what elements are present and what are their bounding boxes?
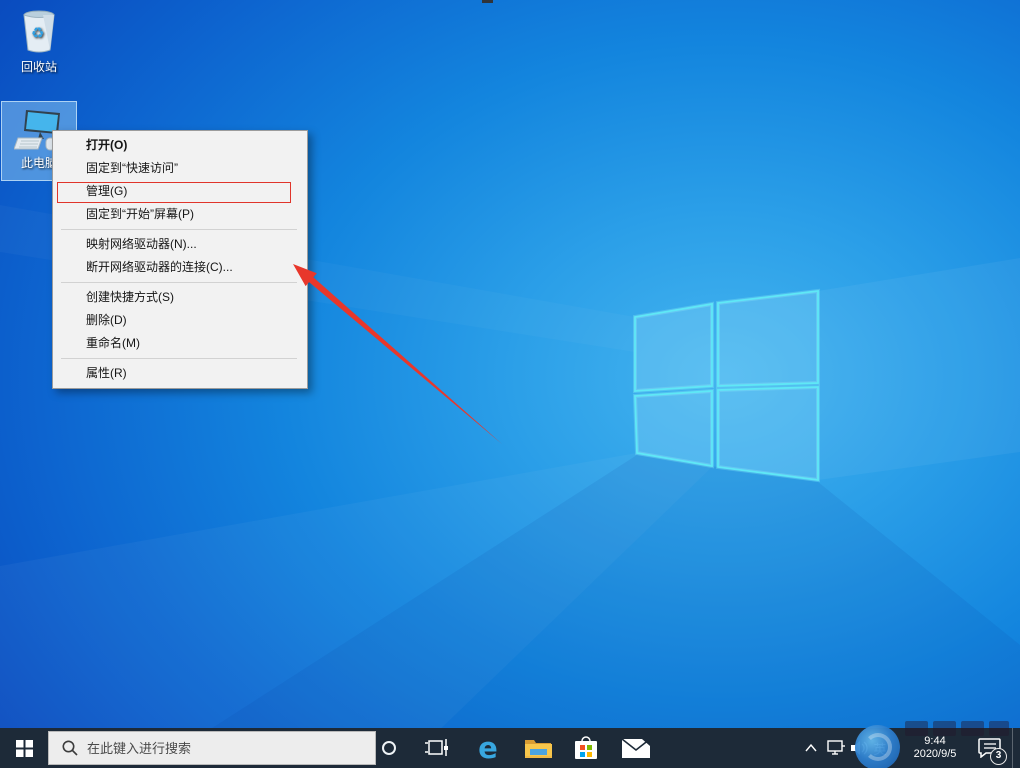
clock-date: 2020/9/5	[898, 748, 972, 761]
search-icon	[61, 739, 79, 757]
menu-item-map-drive[interactable]: 映射网络驱动器(N)...	[53, 233, 307, 256]
mail-icon	[621, 738, 651, 759]
menu-item-pin-quick-access[interactable]: 固定到“快速访问”	[53, 157, 307, 180]
menu-item-disconnect-drive[interactable]: 断开网络驱动器的连接(C)...	[53, 256, 307, 279]
notification-badge: 3	[990, 748, 1007, 765]
svg-text:♻: ♻	[31, 24, 44, 42]
desktop-icon-recycle-bin[interactable]: ♻ 回收站	[1, 6, 77, 75]
file-explorer-button[interactable]	[514, 728, 562, 768]
menu-item-properties[interactable]: 属性(R)	[53, 362, 307, 385]
store-icon	[573, 735, 599, 761]
task-view-icon	[425, 739, 449, 757]
network-tray-button[interactable]	[823, 728, 849, 768]
search-input[interactable]	[87, 741, 375, 756]
recycle-bin-label: 回收站	[21, 60, 57, 74]
language-indicator[interactable]: 英	[869, 728, 891, 768]
store-button[interactable]	[562, 728, 610, 768]
context-menu: 打开(O) 固定到“快速访问” 管理(G) 固定到“开始”屏幕(P) 映射网络驱…	[52, 130, 308, 389]
network-icon	[826, 740, 846, 756]
menu-separator	[53, 279, 307, 286]
start-icon	[16, 740, 33, 757]
menu-separator	[53, 355, 307, 362]
menu-item-manage[interactable]: 管理(G)	[53, 180, 307, 203]
recycle-bin-icon: ♻	[18, 6, 60, 56]
taskbar: e	[0, 728, 1020, 768]
menu-item-rename[interactable]: 重命名(M)	[53, 332, 307, 355]
menu-item-create-shortcut[interactable]: 创建快捷方式(S)	[53, 286, 307, 309]
start-button[interactable]	[0, 728, 48, 768]
clock-time: 9:44	[898, 735, 972, 748]
top-edge-mark	[482, 0, 493, 3]
desktop: ♻ 回收站 此电脑 打开(O) 固定到“快速访问” 管理(G) 固定到“开始”屏…	[0, 0, 1020, 768]
show-desktop-strip[interactable]	[1012, 728, 1013, 768]
edge-button[interactable]: e	[464, 728, 512, 768]
taskbar-search[interactable]	[48, 731, 376, 765]
file-explorer-icon	[524, 737, 552, 759]
menu-item-open[interactable]: 打开(O)	[53, 134, 307, 157]
mail-button[interactable]	[612, 728, 660, 768]
menu-separator	[53, 226, 307, 233]
menu-item-pin-start[interactable]: 固定到“开始”屏幕(P)	[53, 203, 307, 226]
tray-chevron-icon	[805, 744, 817, 752]
volume-tray-button[interactable]	[847, 728, 871, 768]
language-label: 英	[873, 739, 886, 758]
volume-icon	[850, 740, 868, 756]
cortana-icon	[382, 741, 396, 755]
taskbar-clock[interactable]: 9:44 2020/9/5	[898, 728, 972, 768]
edge-icon: e	[478, 728, 498, 768]
menu-item-delete[interactable]: 删除(D)	[53, 309, 307, 332]
tray-expand-button[interactable]	[799, 728, 823, 768]
menu-item-manage-label: 管理(G)	[86, 184, 127, 198]
task-view-button[interactable]	[413, 728, 461, 768]
